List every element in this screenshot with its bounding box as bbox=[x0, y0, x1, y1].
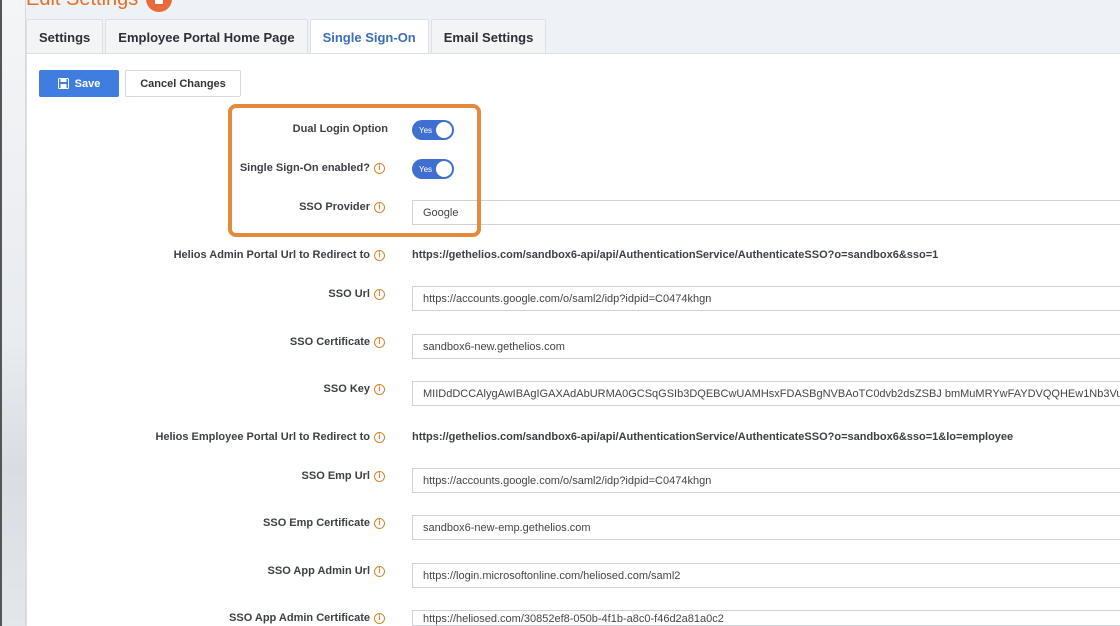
tab-email-settings[interactable]: Email Settings bbox=[430, 19, 547, 54]
lock-icon[interactable] bbox=[146, 0, 173, 12]
sso-provider-label-text: SSO Provider bbox=[299, 201, 370, 213]
sso-emp-certificate-input[interactable]: sandbox6-new-emp.gethelios.com bbox=[412, 515, 1120, 540]
sso-certificate-label: SSO Certificate i bbox=[290, 336, 385, 348]
sso-app-admin-url-label: SSO App Admin Url i bbox=[268, 565, 385, 577]
sso-emp-url-label: SSO Emp Url i bbox=[302, 470, 385, 482]
sso-app-admin-certificate-label-text: SSO App Admin Certificate bbox=[229, 612, 370, 624]
sso-emp-certificate-label-text: SSO Emp Certificate bbox=[263, 517, 370, 529]
sso-app-admin-url-label-text: SSO App Admin Url bbox=[267, 565, 370, 577]
sso-emp-url-label-text: SSO Emp Url bbox=[301, 470, 370, 482]
tab-settings[interactable]: Settings bbox=[26, 19, 104, 54]
save-button-label: Save bbox=[74, 77, 101, 90]
employee-redirect-label-text: Helios Employee Portal Url to Redirect t… bbox=[155, 431, 370, 443]
page-title-row: Edit Settings bbox=[26, 0, 173, 12]
cancel-changes-button[interactable]: Cancel Changes bbox=[125, 70, 241, 97]
dual-login-toggle-text: Yes bbox=[419, 125, 433, 135]
employee-redirect-url: https://gethelios.com/sandbox6-api/api/A… bbox=[412, 431, 1014, 443]
sso-app-admin-certificate-input[interactable]: https://heliosed.com/30852ef8-050b-4f1b-… bbox=[412, 610, 1120, 626]
page-title: Edit Settings bbox=[26, 0, 138, 11]
sso-provider-label: SSO Provider i bbox=[299, 201, 385, 213]
sso-url-label-text: SSO Url bbox=[328, 288, 370, 300]
toggle-knob bbox=[436, 122, 452, 138]
info-icon[interactable]: i bbox=[374, 431, 385, 443]
employee-redirect-label: Helios Employee Portal Url to Redirect t… bbox=[155, 431, 385, 443]
sso-enabled-toggle[interactable]: Yes bbox=[412, 159, 454, 179]
tab-employee-portal-home-page[interactable]: Employee Portal Home Page bbox=[105, 19, 308, 54]
info-icon[interactable]: i bbox=[374, 249, 385, 261]
dual-login-label-text: Dual Login Option bbox=[292, 123, 388, 135]
sso-app-admin-certificate-label: SSO App Admin Certificate i bbox=[229, 612, 385, 624]
sso-key-label: SSO Key i bbox=[324, 383, 385, 395]
info-icon[interactable]: i bbox=[374, 612, 385, 624]
settings-tabs: Settings Employee Portal Home Page Singl… bbox=[26, 19, 548, 55]
info-icon[interactable]: i bbox=[374, 201, 385, 213]
sso-enabled-toggle-text: Yes bbox=[419, 164, 433, 174]
info-icon[interactable]: i bbox=[374, 383, 385, 395]
info-icon[interactable]: i bbox=[374, 336, 385, 348]
dual-login-toggle[interactable]: Yes bbox=[412, 120, 454, 140]
sso-url-label: SSO Url i bbox=[328, 288, 385, 300]
sso-enabled-label-text: Single Sign-On enabled? bbox=[239, 162, 370, 174]
sso-enabled-label: Single Sign-On enabled? i bbox=[240, 162, 385, 174]
sso-app-admin-url-input[interactable]: https://login.microsoftonline.com/helios… bbox=[412, 563, 1120, 588]
admin-redirect-label: Helios Admin Portal Url to Redirect to i bbox=[174, 249, 385, 261]
info-icon[interactable]: i bbox=[374, 162, 385, 174]
dual-login-label: Dual Login Option bbox=[293, 123, 388, 135]
tab-single-sign-on[interactable]: Single Sign-On bbox=[309, 19, 429, 55]
sso-key-input[interactable]: MIIDdDCCAlygAwIBAgIGAXAdAbURMA0GCSqGSIb3… bbox=[412, 381, 1120, 406]
save-icon bbox=[57, 78, 69, 89]
toggle-knob bbox=[436, 161, 452, 177]
sso-url-input[interactable]: https://accounts.google.com/o/saml2/idp?… bbox=[412, 286, 1120, 311]
sso-emp-url-input[interactable]: https://accounts.google.com/o/saml2/idp?… bbox=[412, 468, 1120, 493]
info-icon[interactable]: i bbox=[374, 288, 385, 300]
sso-emp-certificate-label: SSO Emp Certificate i bbox=[263, 517, 385, 529]
info-icon[interactable]: i bbox=[374, 517, 385, 529]
sso-certificate-input[interactable]: sandbox6-new.gethelios.com bbox=[412, 334, 1120, 359]
admin-redirect-url: https://gethelios.com/sandbox6-api/api/A… bbox=[412, 249, 939, 261]
sso-certificate-label-text: SSO Certificate bbox=[289, 336, 370, 348]
save-button[interactable]: Save bbox=[39, 70, 119, 97]
sso-key-label-text: SSO Key bbox=[323, 383, 370, 395]
sso-provider-select[interactable]: Google bbox=[412, 200, 1120, 225]
admin-redirect-label-text: Helios Admin Portal Url to Redirect to bbox=[173, 249, 370, 261]
info-icon[interactable]: i bbox=[374, 470, 385, 482]
background-window-edge bbox=[0, 0, 26, 626]
info-icon[interactable]: i bbox=[374, 565, 385, 577]
